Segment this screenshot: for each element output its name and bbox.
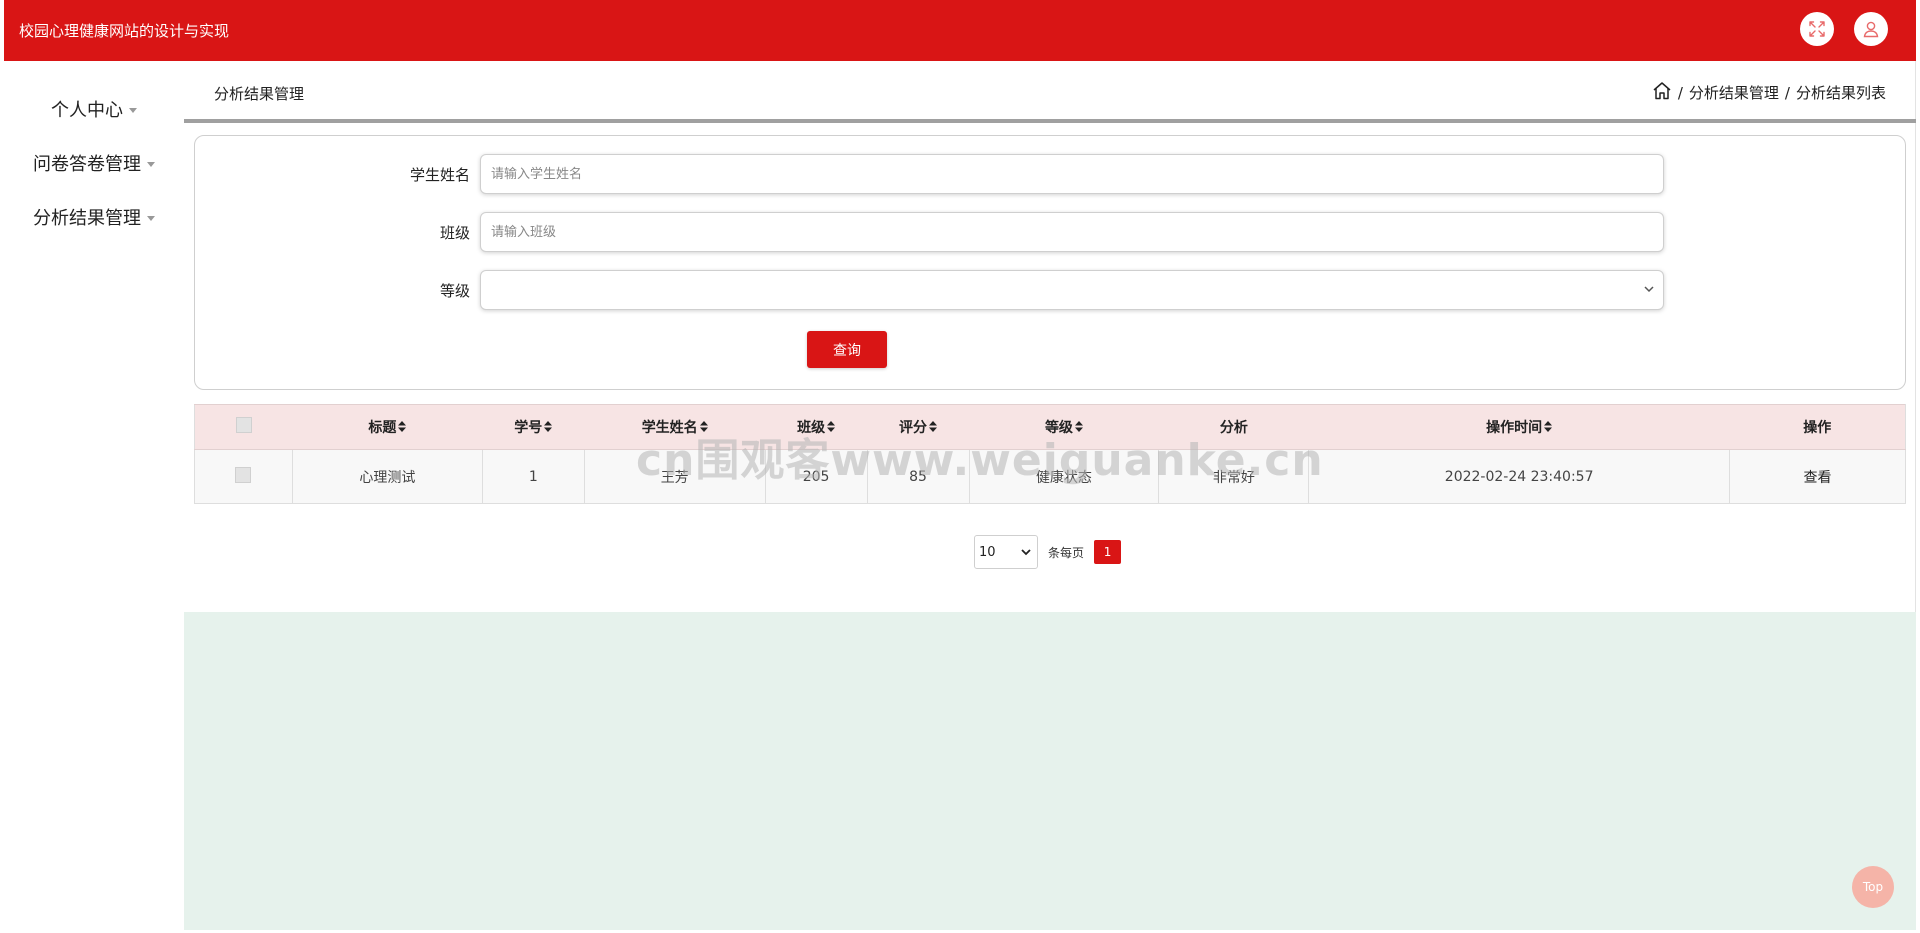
breadcrumb: / 分析结果管理 / 分析结果列表	[1652, 81, 1886, 104]
class-label: 班级	[439, 223, 470, 242]
sidebar: 个人中心 问卷答卷管理 分析结果管理	[4, 61, 184, 930]
caret-down-icon	[129, 107, 137, 113]
back-to-top-button[interactable]: Top	[1852, 866, 1894, 908]
chevron-down-icon	[1021, 545, 1031, 560]
sidebar-item-label: 个人中心	[51, 100, 123, 121]
cell-student-no: 1	[481, 449, 585, 504]
form-row-level: 等级	[195, 270, 1664, 310]
caret-down-icon	[147, 215, 155, 221]
level-select-wrapper	[480, 270, 1664, 310]
main-content: 分析结果管理 / 分析结果管理 / 分析结果列表 学生姓名 班级	[184, 61, 1916, 930]
column-header-student-no[interactable]: 学号	[482, 404, 585, 450]
sort-icon	[544, 420, 553, 436]
column-label: 标题	[368, 420, 397, 436]
home-icon[interactable]	[1652, 81, 1672, 104]
column-header-title[interactable]: 标题	[292, 404, 483, 450]
breadcrumb-item: 分析结果列表	[1795, 84, 1886, 102]
sidebar-item-label: 问卷答卷管理	[33, 154, 141, 175]
page-size-value: 10	[979, 544, 996, 560]
breadcrumb-item[interactable]: 分析结果管理	[1689, 82, 1779, 103]
column-header-time[interactable]: 操作时间	[1308, 404, 1730, 450]
sidebar-item-personal-center[interactable]: 个人中心	[4, 82, 184, 136]
per-page-label: 条每页	[1048, 545, 1085, 560]
watermark: cn围观客www.weiguanke.cn	[636, 435, 1324, 486]
select-all-cell	[194, 404, 293, 450]
form-row-student-name: 学生姓名	[195, 154, 1664, 194]
sidebar-item-analysis[interactable]: 分析结果管理	[4, 190, 184, 244]
column-label: 学号	[514, 420, 543, 436]
breadcrumb-separator: /	[1677, 83, 1683, 102]
cell-action: 查看	[1729, 449, 1906, 504]
breadcrumb-separator: /	[1784, 83, 1790, 102]
sort-icon	[1544, 420, 1553, 436]
footer-area	[184, 612, 1916, 930]
cell-time: 2022-02-24 23:40:57	[1308, 449, 1731, 504]
sort-icon	[398, 420, 407, 436]
select-all-checkbox[interactable]	[235, 417, 252, 433]
sidebar-item-label: 分析结果管理	[33, 208, 141, 229]
search-panel: 学生姓名 班级 等级 查询	[194, 135, 1906, 390]
column-header-action: 操作	[1729, 404, 1906, 450]
cell-title: 心理测试	[291, 449, 483, 504]
pagination: 10 条每页 1	[974, 535, 1122, 569]
column-label: 操作时间	[1486, 420, 1543, 436]
form-row-class: 班级	[195, 212, 1664, 252]
user-icon[interactable]	[1854, 12, 1888, 46]
column-label: 操作	[1803, 420, 1832, 436]
row-select-cell	[194, 449, 293, 504]
sidebar-item-questionnaire[interactable]: 问卷答卷管理	[4, 136, 184, 190]
header-actions	[1800, 12, 1888, 46]
caret-down-icon	[147, 161, 155, 167]
level-label: 等级	[439, 281, 470, 300]
class-input[interactable]	[480, 212, 1664, 252]
chevron-down-icon	[1644, 282, 1654, 296]
fullscreen-icon[interactable]	[1800, 12, 1834, 46]
query-button[interactable]: 查询	[807, 331, 887, 368]
page-title: 分析结果管理	[214, 85, 305, 103]
row-checkbox[interactable]	[235, 466, 252, 483]
level-select[interactable]	[480, 270, 1664, 310]
content-header: 分析结果管理 / 分析结果管理 / 分析结果列表	[184, 61, 1916, 123]
page-number-current[interactable]: 1	[1094, 540, 1122, 564]
top-header: 校园心理健康网站的设计与实现	[4, 0, 1916, 61]
page-size-select[interactable]: 10	[974, 535, 1038, 569]
student-name-input[interactable]	[480, 154, 1664, 194]
view-button[interactable]: 查看	[1804, 470, 1832, 486]
student-name-label: 学生姓名	[409, 165, 470, 184]
app-title: 校园心理健康网站的设计与实现	[19, 22, 230, 40]
